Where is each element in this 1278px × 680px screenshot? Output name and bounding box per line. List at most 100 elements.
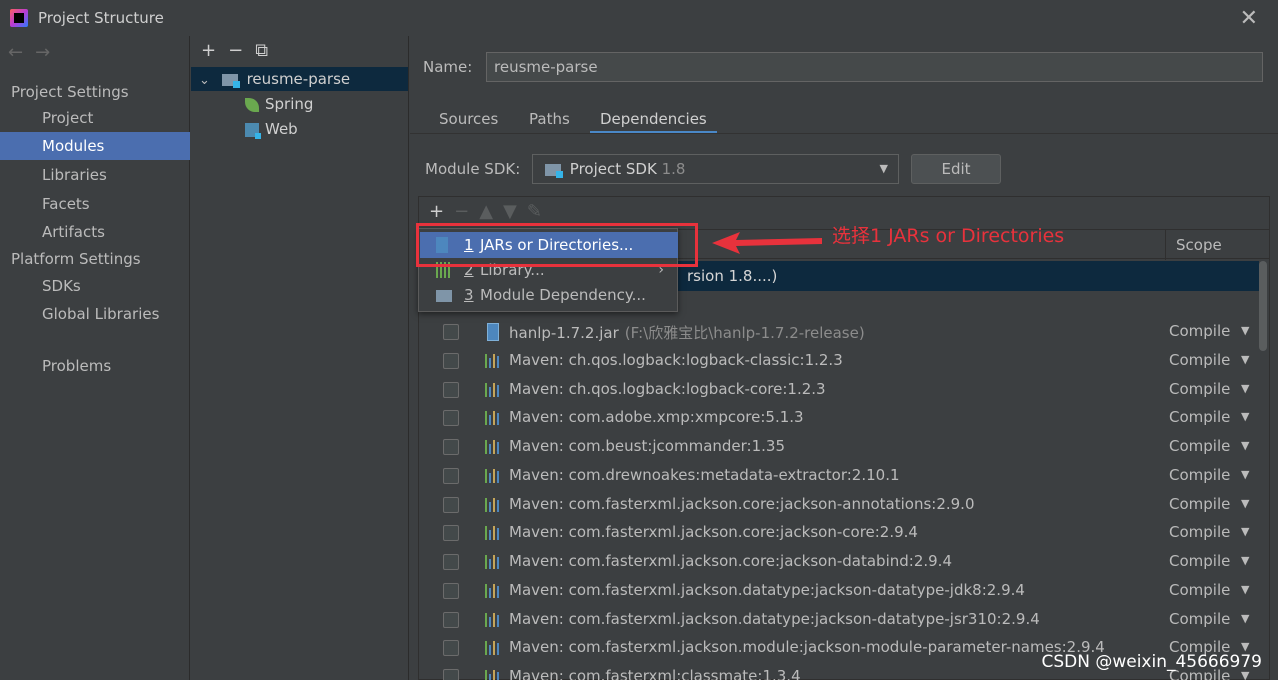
vertical-scrollbar[interactable] bbox=[1259, 261, 1267, 351]
dependency-row[interactable]: Maven: com.fasterxml.jackson.datatype:ja… bbox=[419, 606, 1259, 635]
dependency-name: Maven: com.fasterxml.jackson.core:jackso… bbox=[509, 523, 918, 541]
module-name-field[interactable]: reusme-parse bbox=[486, 52, 1263, 82]
copy-module-icon[interactable]: ⧉ bbox=[255, 40, 268, 61]
dependency-name-text: Maven: com.fasterxml.jackson.datatype:ja… bbox=[509, 609, 1040, 628]
export-checkbox[interactable] bbox=[443, 467, 459, 484]
dependency-name-text: Maven: com.fasterxml.jackson.core:jackso… bbox=[509, 523, 918, 542]
sidebar-item-facets[interactable]: Facets bbox=[0, 190, 190, 218]
spring-leaf-icon bbox=[245, 97, 259, 112]
export-checkbox[interactable] bbox=[443, 496, 459, 513]
scope-dropdown-arrow-icon[interactable]: ▼ bbox=[1241, 554, 1249, 567]
remove-module-icon[interactable]: − bbox=[228, 40, 243, 61]
dependency-row[interactable]: Maven: ch.qos.logback:logback-classic:1.… bbox=[419, 347, 1259, 376]
scope-select[interactable]: Compile bbox=[1169, 380, 1230, 398]
scope-select[interactable]: Compile bbox=[1169, 437, 1230, 455]
tab-sources[interactable]: Sources bbox=[439, 108, 498, 134]
dependency-name: Maven: ch.qos.logback:logback-classic:1.… bbox=[509, 351, 843, 369]
scope-select[interactable]: Compile bbox=[1169, 408, 1230, 426]
sidebar-item-platform-settings[interactable]: Platform Settings bbox=[0, 245, 190, 273]
export-checkbox[interactable] bbox=[443, 640, 459, 657]
scope-dropdown-arrow-icon[interactable]: ▼ bbox=[1241, 525, 1249, 538]
sidebar-item-modules[interactable]: Modules bbox=[0, 132, 190, 160]
scope-dropdown-arrow-icon[interactable]: ▼ bbox=[1241, 583, 1249, 596]
dependency-row[interactable]: Maven: ch.qos.logback:logback-core:1.2.3… bbox=[419, 376, 1259, 405]
maven-library-icon bbox=[485, 555, 502, 569]
export-checkbox[interactable] bbox=[443, 554, 459, 570]
scope-column-header[interactable]: Scope bbox=[1165, 230, 1222, 260]
module-sdk-select[interactable]: Project SDK 1.8 ▼ bbox=[532, 154, 899, 184]
dependency-row[interactable]: Maven: com.drewnoakes:metadata-extractor… bbox=[419, 462, 1259, 491]
export-checkbox[interactable] bbox=[443, 582, 459, 599]
export-checkbox[interactable] bbox=[443, 611, 459, 628]
export-checkbox[interactable] bbox=[443, 669, 459, 680]
scope-dropdown-arrow-icon[interactable]: ▼ bbox=[1241, 382, 1249, 395]
scope-dropdown-arrow-icon[interactable]: ▼ bbox=[1241, 439, 1249, 452]
add-dependency-icon[interactable]: + bbox=[429, 201, 444, 222]
add-module-icon[interactable]: + bbox=[201, 40, 216, 61]
dependency-row[interactable]: Maven: com.adobe.xmp:xmpcore:5.1.3 Compil… bbox=[419, 404, 1259, 433]
web-facet-icon bbox=[245, 122, 261, 139]
export-checkbox[interactable] bbox=[443, 525, 459, 542]
sidebar-item-artifacts[interactable]: Artifacts bbox=[0, 218, 190, 246]
dependency-name-text: Maven: com.fasterxml.jackson.datatype:ja… bbox=[509, 580, 1025, 599]
scope-select[interactable]: Compile bbox=[1169, 523, 1230, 541]
dependency-row[interactable]: hanlp-1.7.2.jar (F:\欣雅宝比\hanlp-1.7.2-rele… bbox=[419, 318, 1259, 347]
maven-library-icon bbox=[485, 353, 502, 368]
scope-dropdown-arrow-icon[interactable]: ▼ bbox=[1241, 353, 1249, 366]
tab-dependencies[interactable]: Dependencies bbox=[590, 108, 717, 134]
dependency-row[interactable]: Maven: com.beust:jcommander:1.35 Compile ▼ bbox=[419, 433, 1259, 462]
scope-dropdown-arrow-icon[interactable]: ▼ bbox=[1241, 324, 1249, 337]
export-checkbox[interactable] bbox=[443, 381, 459, 398]
dependency-name: Maven: ch.qos.logback:logback-core:1.2.3 bbox=[509, 380, 826, 398]
dependency-row[interactable]: Maven: com.fasterxml.jackson.core:jackso… bbox=[419, 519, 1259, 548]
scope-select[interactable]: Compile bbox=[1169, 552, 1230, 570]
dependency-row[interactable]: Maven: com.fasterxml.jackson.core:jackso… bbox=[419, 491, 1259, 520]
annotation-arrow-icon bbox=[712, 232, 822, 254]
module-detail-pane: Name: reusme-parse Sources Paths Depende… bbox=[410, 36, 1278, 680]
move-up-icon[interactable]: ▲ bbox=[479, 201, 493, 222]
maven-library-icon bbox=[485, 583, 502, 598]
dependency-row[interactable]: Maven: com.fasterxml.jackson.core:jackso… bbox=[419, 548, 1259, 577]
tree-item-spring[interactable]: Spring bbox=[245, 92, 313, 116]
close-icon[interactable]: ✕ bbox=[1240, 6, 1258, 31]
scope-select[interactable]: Compile bbox=[1169, 351, 1230, 369]
dependency-name: Maven: com.fasterxml.jackson.datatype:ja… bbox=[509, 581, 1025, 599]
sidebar-item-libraries[interactable]: Libraries bbox=[0, 161, 190, 189]
forward-arrow-icon[interactable]: → bbox=[35, 42, 62, 63]
export-checkbox[interactable] bbox=[443, 352, 459, 369]
scope-select[interactable]: Compile bbox=[1169, 610, 1230, 628]
chevron-down-icon[interactable]: ⌄ bbox=[199, 69, 217, 93]
sidebar-item-problems[interactable]: Problems bbox=[0, 352, 190, 380]
scope-select[interactable]: Compile bbox=[1169, 466, 1230, 484]
export-checkbox[interactable] bbox=[443, 439, 459, 455]
dependency-name: Maven: com.fasterxml.jackson.core:jackso… bbox=[509, 495, 975, 513]
remove-dependency-icon[interactable]: − bbox=[454, 201, 469, 222]
sidebar-item-global-libraries[interactable]: Global Libraries bbox=[0, 300, 190, 328]
edit-sdk-button[interactable]: Edit bbox=[911, 154, 1001, 184]
edit-dependency-icon[interactable]: ✎ bbox=[527, 201, 542, 222]
maven-library-icon bbox=[485, 411, 502, 426]
modules-toolbar: + − ⧉ bbox=[201, 40, 280, 61]
scope-select[interactable]: Compile bbox=[1169, 495, 1230, 513]
sidebar-item-project[interactable]: Project bbox=[0, 104, 190, 132]
scope-dropdown-arrow-icon[interactable]: ▼ bbox=[1241, 468, 1249, 481]
export-checkbox[interactable] bbox=[443, 324, 459, 340]
tree-item-reusme-parse[interactable]: ⌄ reusme-parse bbox=[191, 67, 408, 91]
tree-item-web[interactable]: Web bbox=[245, 117, 298, 141]
scope-dropdown-arrow-icon[interactable]: ▼ bbox=[1241, 497, 1249, 510]
back-arrow-icon[interactable]: ← bbox=[8, 42, 35, 63]
scope-dropdown-arrow-icon[interactable]: ▼ bbox=[1241, 410, 1249, 423]
scope-dropdown-arrow-icon[interactable]: ▼ bbox=[1241, 612, 1249, 625]
sidebar-item-project-settings[interactable]: Project Settings bbox=[0, 78, 190, 106]
dependency-row[interactable]: Maven: com.fasterxml.jackson.datatype:ja… bbox=[419, 577, 1259, 606]
move-down-icon[interactable]: ▼ bbox=[503, 201, 517, 222]
dependency-name-text: Maven: com.fasterxml:classmate:1.3.4 bbox=[509, 667, 801, 680]
maven-library-icon bbox=[485, 641, 502, 656]
scope-select[interactable]: Compile bbox=[1169, 581, 1230, 599]
scope-select[interactable]: Compile bbox=[1169, 322, 1230, 340]
popup-item-3[interactable]: 3 Module Dependency... bbox=[420, 282, 678, 308]
sidebar-item-sdks[interactable]: SDKs bbox=[0, 272, 190, 300]
export-checkbox[interactable] bbox=[443, 410, 459, 427]
dependency-name-text: Maven: com.fasterxml.jackson.core:jackso… bbox=[509, 494, 975, 513]
tab-paths[interactable]: Paths bbox=[529, 108, 570, 134]
